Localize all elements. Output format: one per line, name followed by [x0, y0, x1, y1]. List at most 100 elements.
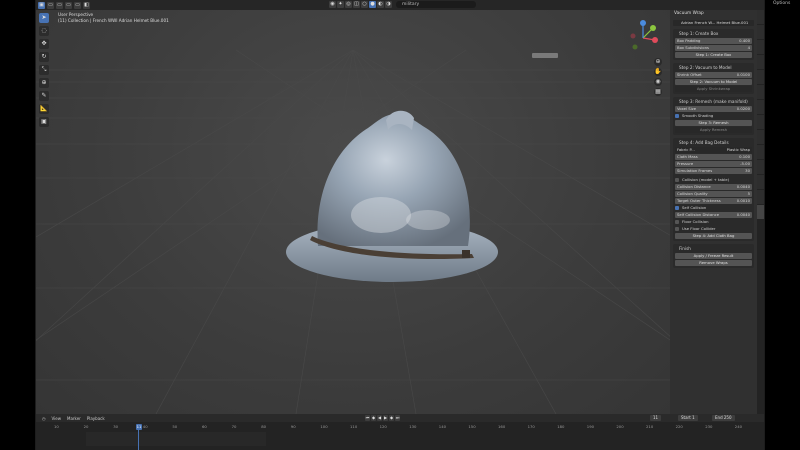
- select-invert-icon[interactable]: ▭: [74, 1, 81, 9]
- playback-menu[interactable]: Playback: [87, 416, 105, 421]
- use-floor-checkbox[interactable]: Use Floor Collider: [675, 226, 752, 232]
- tab-addon-7[interactable]: [757, 145, 764, 159]
- ruler-tick: 180: [557, 424, 565, 429]
- simulation-frames-field[interactable]: Simulation Frames 30: [675, 168, 752, 174]
- apply-freeze-button[interactable]: Apply / Freeze Result: [675, 253, 752, 259]
- field-value: 4: [747, 45, 750, 50]
- timeline: ◷ View Marker Playback ⏮ ◆ ◀ ▶ ◆ ⏭ 11 St…: [36, 414, 764, 450]
- select-subtract-icon[interactable]: ▭: [65, 1, 72, 9]
- object-dropdown[interactable]: Adrian French W... Helmet Blue.001: [673, 20, 754, 26]
- vacuum-button[interactable]: Step 2: Vacuum to Model: [675, 79, 752, 85]
- end-frame-field[interactable]: End 250: [712, 415, 735, 421]
- step4-title[interactable]: Step 4: Add Bag Details: [675, 139, 752, 146]
- tab-addon-10[interactable]: [757, 190, 764, 204]
- box-padding-field[interactable]: Box Padding 0.400: [675, 38, 752, 44]
- jump-end-icon[interactable]: ⏭: [395, 415, 400, 421]
- ruler-tick: 190: [586, 424, 595, 429]
- field-value: 0.0200: [736, 106, 750, 111]
- fabric-preset-dropdown[interactable]: Fabric P... Plastic Wrap: [675, 147, 752, 153]
- shrink-offset-field[interactable]: Shrink Offset 0.0100: [675, 72, 752, 78]
- current-frame-field[interactable]: 11: [650, 415, 662, 421]
- field-label: Cloth Mass: [677, 154, 698, 159]
- self-collision-checkbox[interactable]: Self Collision: [675, 205, 752, 211]
- remove-wraps-button[interactable]: Remove Wraps: [675, 260, 752, 266]
- object-mode-icon[interactable]: ◧: [83, 1, 90, 9]
- tab-addon-8[interactable]: [757, 160, 764, 174]
- step3-title[interactable]: Step 3: Remesh (make manifold): [675, 98, 752, 105]
- view-object-types-icon[interactable]: ◉: [329, 1, 336, 8]
- select-box-icon[interactable]: ▭: [47, 1, 54, 9]
- frame-range: [86, 432, 266, 446]
- options-menu[interactable]: Options: [773, 1, 790, 6]
- collision-distance-field[interactable]: Collision Distance 0.0040: [675, 184, 752, 190]
- outer-thickness-field[interactable]: Target Outer Thickness 0.0010: [675, 198, 752, 204]
- ruler-tick: 30: [113, 424, 119, 429]
- gizmo-icon[interactable]: ✦: [337, 1, 344, 8]
- field-value: 30: [745, 168, 750, 173]
- timeline-header: ◷ View Marker Playback ⏮ ◆ ◀ ▶ ◆ ⏭ 11 St…: [36, 414, 764, 422]
- timeline-editor-icon[interactable]: ◷: [42, 416, 46, 421]
- rendered-shading-icon[interactable]: ◑: [385, 1, 392, 8]
- marker-menu[interactable]: Marker: [67, 416, 81, 421]
- step3-section: Step 3: Remesh (make manifold) Voxel Siz…: [673, 97, 754, 135]
- start-value: 1: [692, 415, 695, 420]
- remesh-button[interactable]: Step 3: Remesh: [675, 120, 752, 126]
- 3d-viewport[interactable]: User Perspective (11) Collection | Frenc…: [36, 10, 670, 414]
- tab-addon-4[interactable]: [757, 100, 764, 114]
- view-menu[interactable]: View: [52, 416, 62, 421]
- floor-collision-row[interactable]: Floor Collision: [675, 219, 752, 225]
- voxel-size-field[interactable]: Voxel Size 0.0200: [675, 106, 752, 112]
- finish-section: Finish Apply / Freeze Result Remove Wrap…: [673, 244, 754, 268]
- tab-item[interactable]: [757, 10, 764, 24]
- select-extend-icon[interactable]: ▭: [56, 1, 63, 9]
- tab-addon-6[interactable]: [757, 130, 764, 144]
- tab-tool[interactable]: [757, 25, 764, 39]
- tab-view[interactable]: [757, 40, 764, 54]
- search-input[interactable]: military: [396, 1, 476, 8]
- tab-vacuum-wrap[interactable]: [757, 205, 764, 219]
- smooth-shading-checkbox[interactable]: Smooth Shading: [675, 113, 752, 119]
- ruler-tick: 50: [172, 424, 178, 429]
- finish-title[interactable]: Finish: [675, 245, 752, 252]
- next-keyframe-icon[interactable]: ◆: [389, 415, 394, 421]
- playhead[interactable]: 11: [136, 424, 142, 430]
- jump-start-icon[interactable]: ⏮: [365, 415, 370, 421]
- xray-icon[interactable]: ◫: [353, 1, 360, 8]
- tab-addon-1[interactable]: [757, 55, 764, 69]
- play-reverse-icon[interactable]: ◀: [377, 415, 382, 421]
- collision-quality-field[interactable]: Collision Quality 5: [675, 191, 752, 197]
- tab-addon-3[interactable]: [757, 85, 764, 99]
- checkbox-icon: [675, 206, 679, 210]
- play-icon[interactable]: ▶: [383, 415, 388, 421]
- material-shading-icon[interactable]: ◐: [377, 1, 384, 8]
- preset-label: Fabric P...: [677, 147, 695, 152]
- box-subdivisions-field[interactable]: Box Subdivisions 4: [675, 45, 752, 51]
- sidebar-tabs: [757, 10, 764, 414]
- tab-addon-5[interactable]: [757, 115, 764, 129]
- solid-shading-icon[interactable]: ●: [369, 1, 376, 8]
- prev-keyframe-icon[interactable]: ◆: [371, 415, 376, 421]
- editor-type-icon[interactable]: ▣: [38, 1, 45, 9]
- create-box-button[interactable]: Step 1: Create Box: [675, 52, 752, 58]
- frame-ruler[interactable]: 10 20 30 40 50 60 70 80 90 100 110 120 130 140 150 160 1…: [36, 424, 764, 432]
- collision-header[interactable]: Collision (model + table): [675, 177, 752, 183]
- cloth-mass-field[interactable]: Cloth Mass 0.100: [675, 154, 752, 160]
- step2-title[interactable]: Step 2: Vacuum to Model: [675, 64, 752, 71]
- apply-remesh-button[interactable]: Apply Remesh: [675, 127, 752, 133]
- tab-addon-9[interactable]: [757, 175, 764, 189]
- tab-addon-2[interactable]: [757, 70, 764, 84]
- pressure-field[interactable]: Pressure -5.00: [675, 161, 752, 167]
- self-collision-distance-field[interactable]: Self Collision Distance 0.0040: [675, 212, 752, 218]
- step1-title[interactable]: Step 1: Create Box: [675, 30, 752, 37]
- overlay-icon[interactable]: ◎: [345, 1, 352, 8]
- floor-collision-label: Floor Collision: [682, 219, 709, 224]
- collision-header-label: Collision (model + table): [682, 177, 730, 182]
- field-label: Voxel Size: [677, 106, 697, 111]
- start-frame-field[interactable]: Start 1: [678, 415, 698, 421]
- wireframe-shading-icon[interactable]: ○: [361, 1, 368, 8]
- add-cloth-bag-button[interactable]: Step 4: Add Cloth Bag: [675, 233, 752, 239]
- helmet-model[interactable]: [36, 10, 670, 414]
- step4-section: Step 4: Add Bag Details Fabric P... Plas…: [673, 138, 754, 241]
- apply-shrinkwrap-button[interactable]: Apply Shrinkwrap: [675, 86, 752, 92]
- step1-section: Step 1: Create Box Box Padding 0.400 Box…: [673, 29, 754, 60]
